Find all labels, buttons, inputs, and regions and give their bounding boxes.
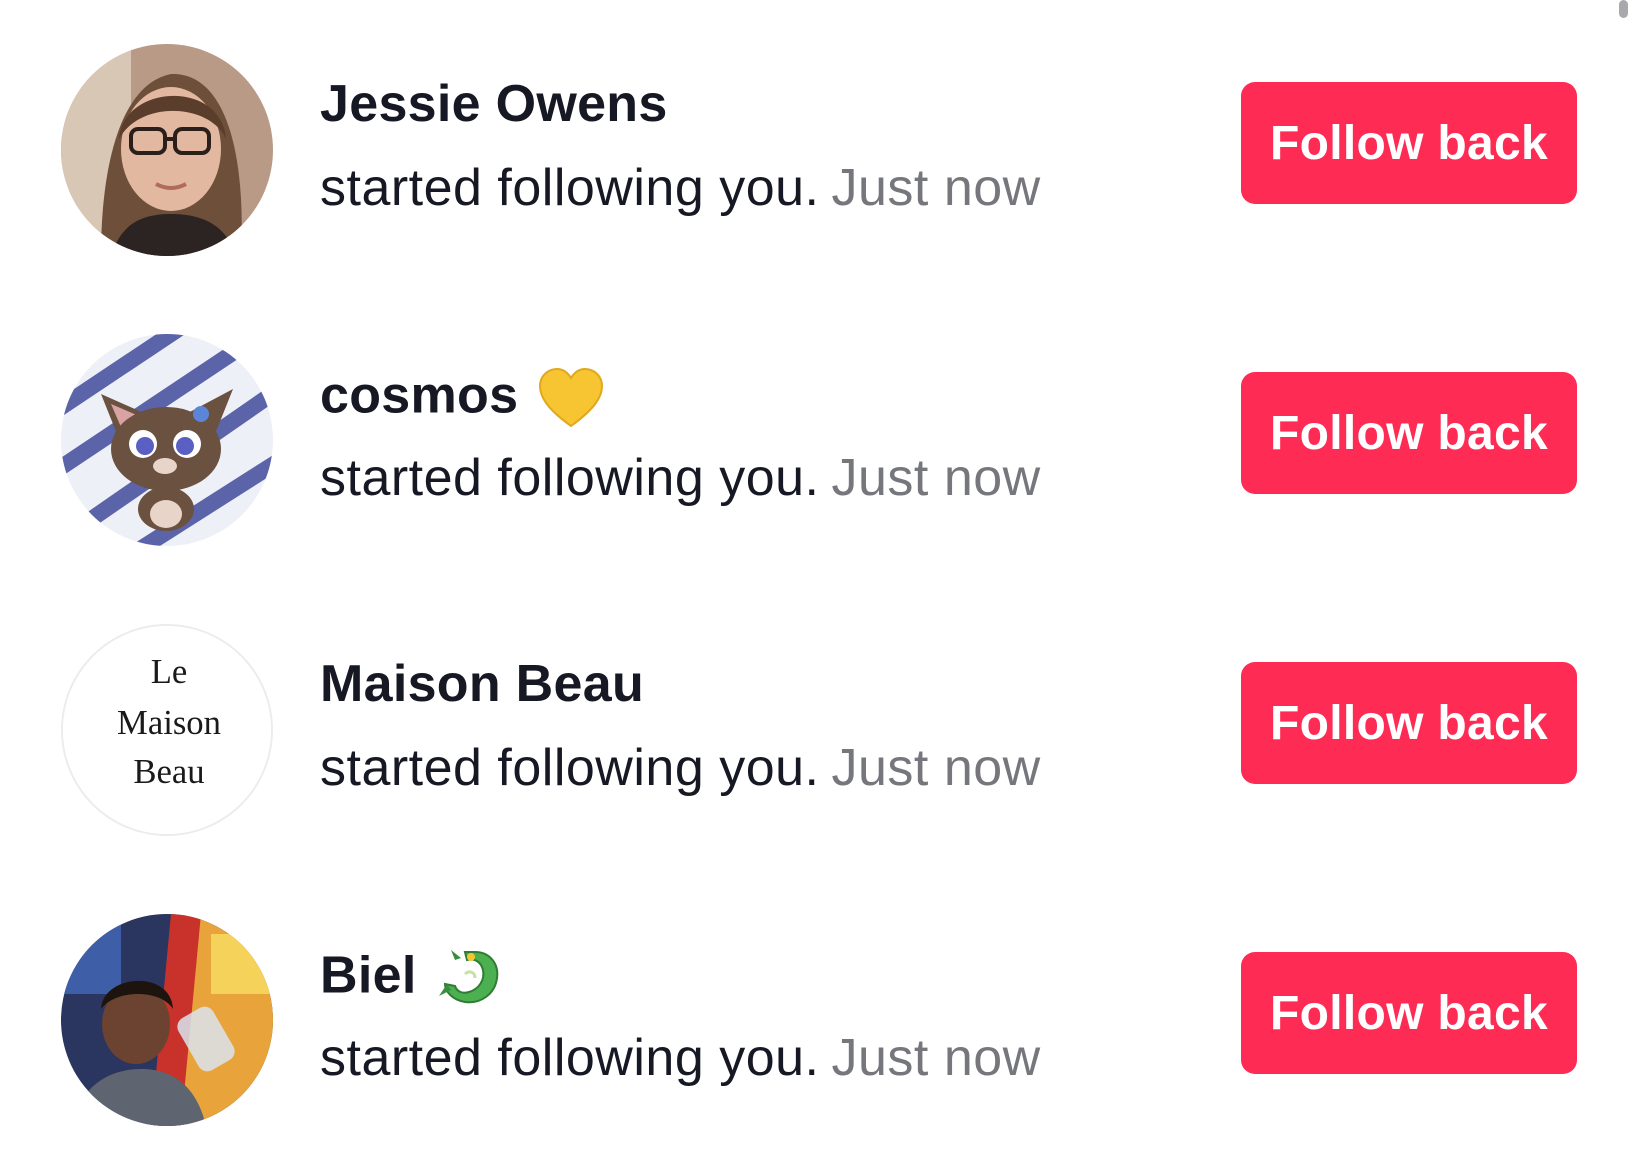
follow-back-button[interactable]: Follow back: [1241, 82, 1577, 204]
notification-item: Le Maison Beau Maison Beau started follo…: [0, 580, 1628, 870]
timestamp: Just now: [831, 1029, 1041, 1087]
notification-item: cosmos started following you. Just now Fo…: [0, 290, 1628, 580]
username-text: Jessie Owens: [320, 75, 668, 133]
action-text: started following you.: [320, 159, 820, 217]
username[interactable]: Maison Beau: [320, 654, 644, 714]
svg-text:Beau: Beau: [133, 753, 204, 791]
activity-text: started following you. Just now: [320, 1028, 1041, 1088]
avatar-cartoon-cat-icon: [61, 334, 273, 546]
timestamp: Just now: [831, 449, 1041, 507]
activity-text: started following you. Just now: [320, 738, 1041, 798]
avatar[interactable]: [61, 44, 273, 256]
avatar[interactable]: Le Maison Beau: [61, 624, 273, 836]
svg-text:Maison: Maison: [117, 704, 221, 742]
username[interactable]: cosmos: [320, 364, 606, 434]
username[interactable]: Jessie Owens: [320, 74, 668, 134]
follow-back-button[interactable]: Follow back: [1241, 952, 1577, 1074]
avatar[interactable]: [61, 334, 273, 546]
action-text: started following you.: [320, 739, 820, 797]
activity-text: started following you. Just now: [320, 158, 1041, 218]
notification-item: Biel started following you. Just now Foll…: [0, 870, 1628, 1160]
timestamp: Just now: [831, 159, 1041, 217]
action-text: started following you.: [320, 449, 820, 507]
yellow-heart-icon: [536, 364, 606, 434]
timestamp: Just now: [831, 739, 1041, 797]
dragon-icon: [435, 944, 505, 1014]
follow-back-button[interactable]: Follow back: [1241, 372, 1577, 494]
avatar[interactable]: [61, 914, 273, 1126]
action-text: started following you.: [320, 1029, 820, 1087]
svg-text:Le: Le: [151, 653, 188, 691]
activity-text: started following you. Just now: [320, 448, 1041, 508]
username-text: cosmos: [320, 366, 519, 425]
avatar-photo-man-icon: [61, 914, 273, 1126]
follow-back-button[interactable]: Follow back: [1241, 662, 1577, 784]
avatar-logo-text-icon: Le Maison Beau: [63, 626, 271, 834]
username-text: Maison Beau: [320, 655, 645, 713]
username-text: Biel: [320, 946, 417, 1005]
username[interactable]: Biel: [320, 944, 505, 1014]
avatar-photo-woman-glasses-icon: [61, 44, 273, 256]
notification-item: Jessie Owens started following you. Just …: [0, 0, 1628, 290]
